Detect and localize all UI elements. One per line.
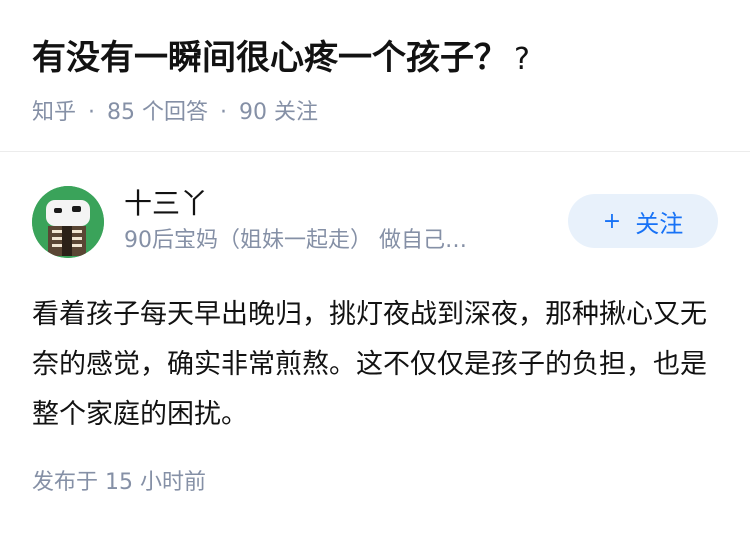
question-title[interactable]: 有没有一瞬间很心疼一个孩子？?	[32, 36, 730, 82]
author-row: 十三丫 90后宝妈（姐妹一起走） 做自己… + 关注	[32, 186, 718, 264]
author-name[interactable]: 十三丫	[124, 186, 524, 222]
source-label[interactable]: 知乎	[32, 100, 76, 125]
answer-page: 有没有一瞬间很心疼一个孩子？? 知乎 · 85 个回答 · 90 关注 十三丫 …	[0, 0, 750, 534]
follow-button[interactable]: + 关注	[568, 194, 718, 248]
avatar[interactable]	[32, 186, 104, 258]
question-title-suffix: ?	[514, 42, 530, 77]
meta-separator: ·	[220, 100, 228, 125]
plus-icon: +	[602, 208, 622, 234]
follow-label: 关注	[635, 209, 684, 238]
avatar-image	[32, 186, 104, 258]
author-info: 十三丫 90后宝妈（姐妹一起走） 做自己…	[124, 186, 524, 256]
author-bio: 90后宝妈（姐妹一起走） 做自己…	[124, 228, 467, 253]
question-title-text[interactable]: 有没有一瞬间很心疼一个孩子？	[32, 38, 508, 78]
meta-separator: ·	[88, 100, 96, 125]
question-meta: 知乎 · 85 个回答 · 90 关注	[32, 98, 730, 128]
question-header: 有没有一瞬间很心疼一个孩子？? 知乎 · 85 个回答 · 90 关注	[32, 36, 730, 128]
answer-time: 发布于 15 小时前	[32, 470, 206, 495]
answers-count[interactable]: 85 个回答	[107, 100, 208, 125]
answer-card: 十三丫 90后宝妈（姐妹一起走） 做自己… + 关注 看着孩子每天早出晚归，挑灯…	[32, 186, 718, 440]
followers-count[interactable]: 90 关注	[239, 100, 318, 125]
divider	[0, 151, 750, 152]
answer-content[interactable]: 看着孩子每天早出晚归，挑灯夜战到深夜，那种揪心又无奈的感觉，确实非常煎熬。这不仅…	[32, 290, 718, 440]
